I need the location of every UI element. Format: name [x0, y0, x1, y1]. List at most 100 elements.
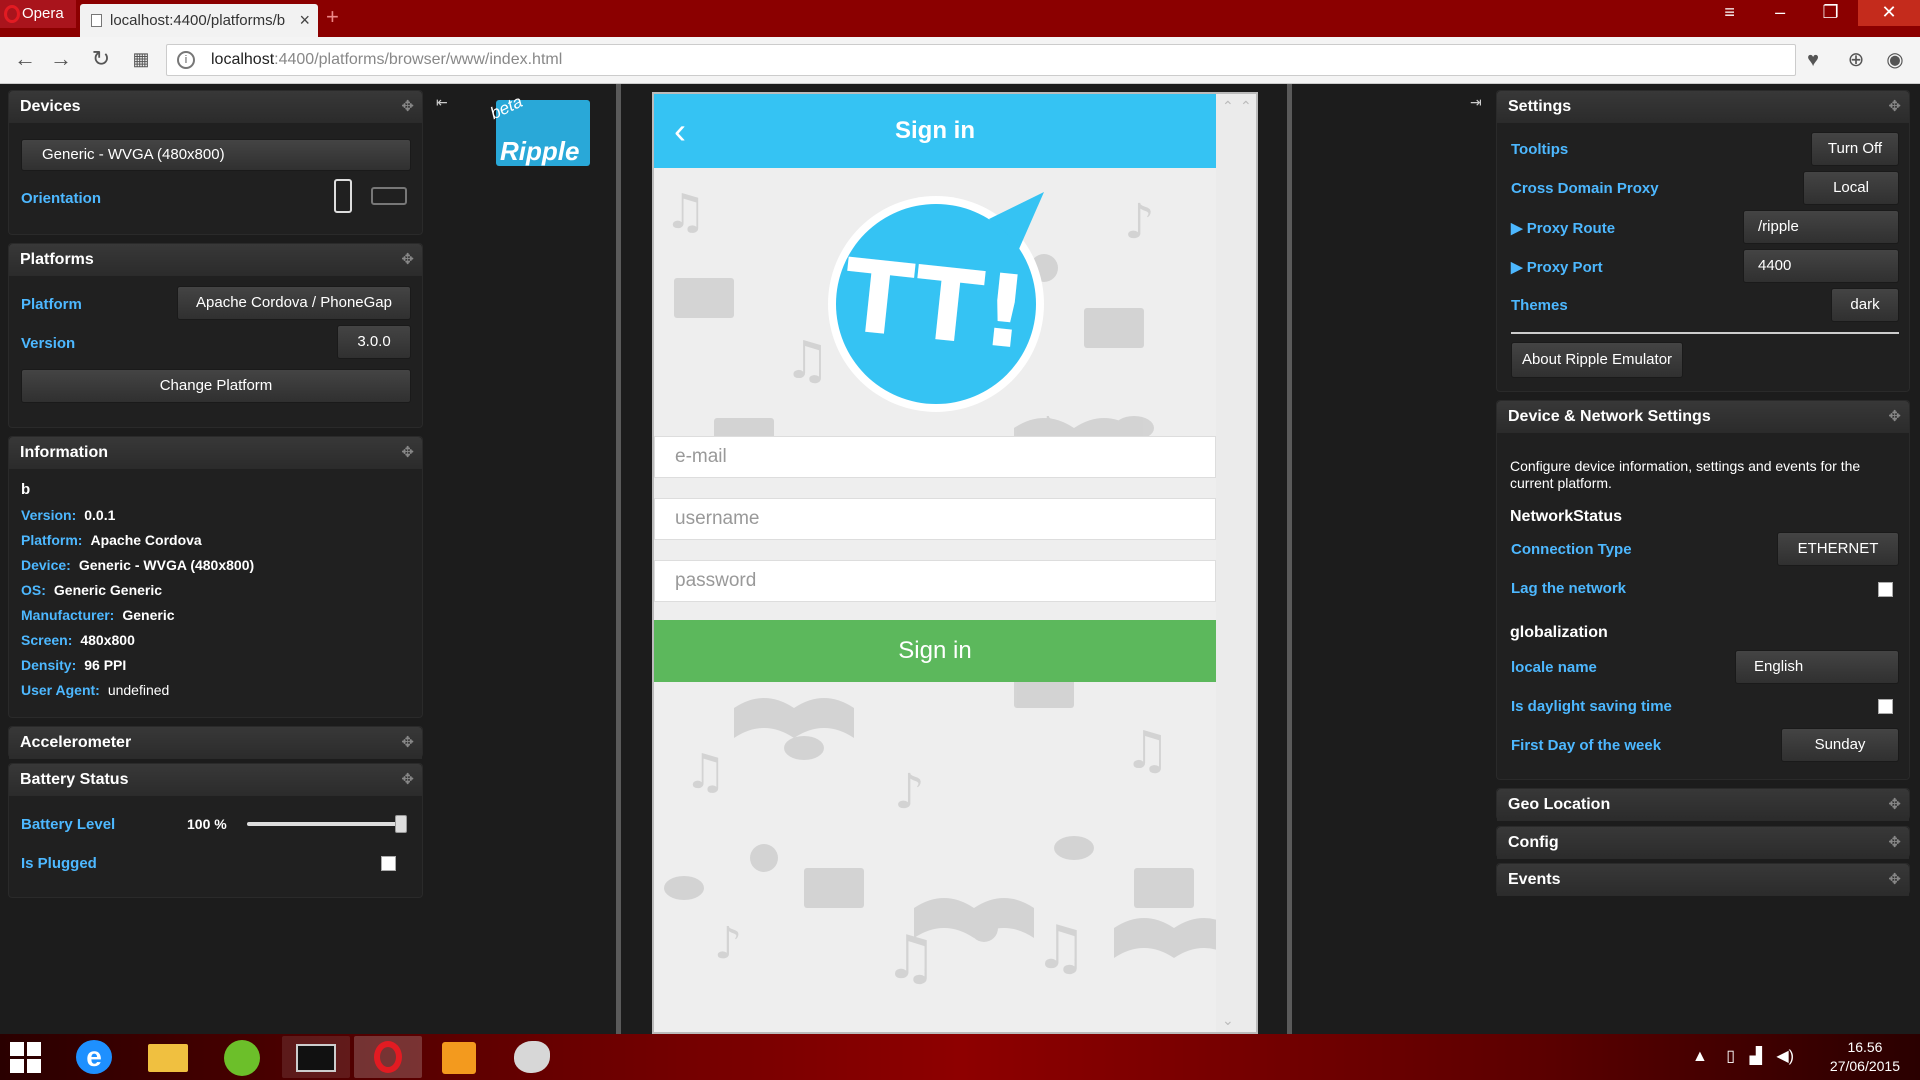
email-field[interactable]: e-mail — [654, 436, 1216, 478]
password-field[interactable]: password — [654, 560, 1216, 602]
app-name: b — [21, 481, 31, 498]
accelerometer-panel-header[interactable]: Accelerometer ✥ — [9, 727, 422, 759]
landscape-icon[interactable] — [371, 187, 407, 205]
settings-panel-header[interactable]: Settings ✥ — [1497, 91, 1909, 123]
tooltips-label: Tooltips — [1511, 141, 1569, 158]
sign-in-button[interactable]: Sign in — [654, 620, 1216, 682]
system-clock[interactable]: 16.56 27/06/2015 — [1830, 1038, 1900, 1076]
info-value: Generic — [122, 607, 175, 623]
platforms-panel-header[interactable]: Platforms ✥ — [9, 244, 422, 276]
connection-type-select[interactable]: ETHERNET — [1777, 532, 1899, 566]
expand-icon[interactable]: ✥ — [401, 437, 414, 469]
command-prompt-icon[interactable] — [282, 1036, 350, 1078]
events-panel-header[interactable]: Events ✥ — [1497, 864, 1909, 896]
opera-taskbar-icon[interactable] — [354, 1036, 422, 1078]
maximize-button[interactable]: ❐ — [1808, 0, 1854, 26]
scroll-up-icon[interactable]: ⌃ — [1222, 98, 1234, 115]
minimize-button[interactable]: – — [1757, 0, 1803, 26]
collapse-right-arrow-icon[interactable]: ⇥ — [1470, 94, 1482, 111]
geo-location-panel-header[interactable]: Geo Location ✥ — [1497, 789, 1909, 821]
is-plugged-checkbox[interactable] — [381, 856, 396, 871]
information-title: Information — [20, 444, 108, 461]
scroll-down-icon[interactable]: ⌄ — [1222, 1012, 1234, 1029]
back-chevron-icon[interactable]: ‹ — [674, 94, 686, 168]
url-host: localhost — [211, 51, 275, 68]
info-row: Manufacturer: Generic — [21, 607, 175, 623]
info-key: Screen: — [21, 632, 73, 648]
internet-explorer-icon[interactable]: e — [60, 1036, 128, 1078]
expand-icon[interactable]: ✥ — [401, 91, 414, 123]
proxy-port-label[interactable]: ▶ Proxy Port — [1511, 258, 1603, 276]
device-network-panel-header[interactable]: Device & Network Settings ✥ — [1497, 401, 1909, 433]
scroll-up-icon[interactable]: ⌃ — [1240, 98, 1252, 115]
site-info-icon[interactable]: i — [177, 51, 195, 69]
first-day-label: First Day of the week — [1511, 737, 1662, 754]
lag-network-label: Lag the network — [1511, 580, 1627, 597]
battery-level-slider[interactable] — [247, 815, 407, 833]
locale-name-select[interactable]: English — [1735, 650, 1899, 684]
show-hidden-icons[interactable]: ▲ — [1692, 1048, 1708, 1065]
information-panel-header[interactable]: Information ✥ — [9, 437, 422, 469]
first-day-select[interactable]: Sunday — [1781, 728, 1899, 762]
device-select[interactable]: Generic - WVGA (480x800) — [21, 139, 411, 171]
platform-select[interactable]: Apache Cordova / PhoneGap — [177, 286, 411, 320]
opera-menu-button[interactable]: Opera — [0, 0, 76, 28]
device-frame-left-edge — [616, 84, 621, 1034]
expand-icon[interactable]: ✥ — [1888, 789, 1901, 821]
cross-domain-proxy-select[interactable]: Local — [1803, 171, 1899, 205]
devices-panel: Devices ✥ Generic - WVGA (480x800) Orien… — [8, 90, 423, 235]
portrait-icon[interactable] — [334, 179, 352, 213]
svg-text:♫: ♫ — [1124, 721, 1171, 781]
expand-icon[interactable]: ✥ — [401, 244, 414, 276]
expand-icon[interactable]: ✥ — [1888, 864, 1901, 896]
info-row: Density: 96 PPI — [21, 657, 126, 673]
proxy-port-input[interactable]: 4400 — [1743, 249, 1899, 283]
expand-icon[interactable]: ✥ — [1888, 827, 1901, 859]
close-window-button[interactable]: ✕ — [1858, 0, 1920, 26]
reload-icon[interactable]: ↻ — [88, 47, 114, 73]
account-icon[interactable]: ◉ — [1882, 47, 1908, 73]
utorrent-icon[interactable] — [208, 1036, 276, 1078]
forward-arrow-icon[interactable]: → — [48, 47, 74, 73]
back-arrow-icon[interactable]: ← — [12, 47, 38, 73]
events-panel: Events ✥ — [1496, 863, 1910, 896]
version-select[interactable]: 3.0.0 — [337, 325, 411, 359]
lag-network-checkbox[interactable] — [1878, 582, 1893, 597]
windows-start-icon[interactable] — [10, 1042, 42, 1074]
expand-icon[interactable]: ✥ — [401, 727, 414, 759]
config-panel-header[interactable]: Config ✥ — [1497, 827, 1909, 859]
speed-dial-icon[interactable]: ▦ — [128, 47, 154, 73]
tab-close-icon[interactable]: × — [299, 4, 310, 37]
expand-icon[interactable]: ✥ — [401, 764, 414, 796]
tabs-menu-icon[interactable]: ≡ — [1707, 0, 1753, 26]
expand-icon[interactable]: ✥ — [1888, 401, 1901, 433]
new-tab-button[interactable]: + — [326, 4, 339, 30]
url-input[interactable]: i localhost:4400/platforms/browser/www/i… — [166, 44, 1796, 76]
slider-handle[interactable] — [395, 815, 407, 833]
change-platform-button[interactable]: Change Platform — [21, 369, 411, 403]
battery-tray-icon[interactable]: ▯ — [1726, 1048, 1735, 1065]
app-header: ‹ Sign in — [654, 94, 1216, 168]
volume-icon[interactable]: ◀) — [1776, 1048, 1794, 1065]
svg-text:♫: ♫ — [1034, 913, 1088, 983]
themes-select[interactable]: dark — [1831, 288, 1899, 322]
download-icon[interactable]: ⊕ — [1843, 47, 1869, 73]
browser-tab[interactable]: localhost:4400/platforms/b × — [80, 4, 318, 37]
network-signal-icon[interactable]: ▟ — [1750, 1048, 1762, 1065]
media-player-icon[interactable] — [426, 1036, 494, 1078]
orientation-label: Orientation — [21, 190, 102, 207]
tooltips-toggle-button[interactable]: Turn Off — [1811, 132, 1899, 166]
battery-panel-header[interactable]: Battery Status ✥ — [9, 764, 422, 796]
paint-icon[interactable] — [498, 1036, 566, 1078]
proxy-route-label[interactable]: ▶ Proxy Route — [1511, 219, 1615, 237]
file-explorer-icon[interactable] — [134, 1036, 202, 1078]
daylight-saving-checkbox[interactable] — [1878, 699, 1893, 714]
heart-icon[interactable]: ♥ — [1800, 47, 1826, 73]
devices-panel-header[interactable]: Devices ✥ — [9, 91, 422, 123]
username-field[interactable]: username — [654, 498, 1216, 540]
about-ripple-button[interactable]: About Ripple Emulator — [1511, 342, 1683, 378]
expand-icon[interactable]: ✥ — [1888, 91, 1901, 123]
collapse-left-arrow-icon[interactable]: ⇤ — [436, 94, 448, 111]
device-scrollbar[interactable]: ⌃ ⌃ ⌄ — [1216, 94, 1256, 1032]
proxy-route-input[interactable]: /ripple — [1743, 210, 1899, 244]
